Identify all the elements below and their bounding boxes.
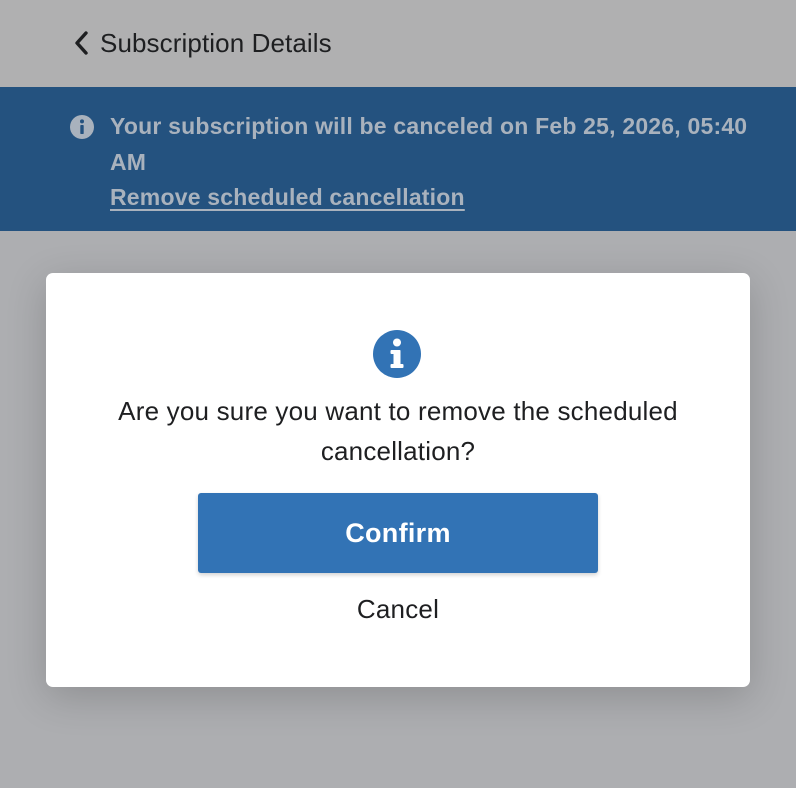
- chevron-left-icon: [75, 31, 88, 55]
- dialog-message: Are you sure you want to remove the sche…: [118, 396, 678, 466]
- info-icon: [373, 330, 421, 378]
- page-title: Subscription Details: [100, 27, 332, 58]
- confirm-button[interactable]: Confirm: [198, 493, 598, 573]
- info-icon: [70, 115, 94, 139]
- confirmation-dialog: Are you sure you want to remove the sche…: [46, 273, 750, 687]
- remove-cancellation-link[interactable]: Remove scheduled cancellation: [110, 179, 465, 215]
- back-button[interactable]: Subscription Details: [72, 26, 332, 60]
- top-bar: Subscription Details: [0, 0, 796, 87]
- cancel-button[interactable]: Cancel: [198, 589, 598, 629]
- cancellation-notice: Your subscription will be canceled on Fe…: [110, 113, 748, 175]
